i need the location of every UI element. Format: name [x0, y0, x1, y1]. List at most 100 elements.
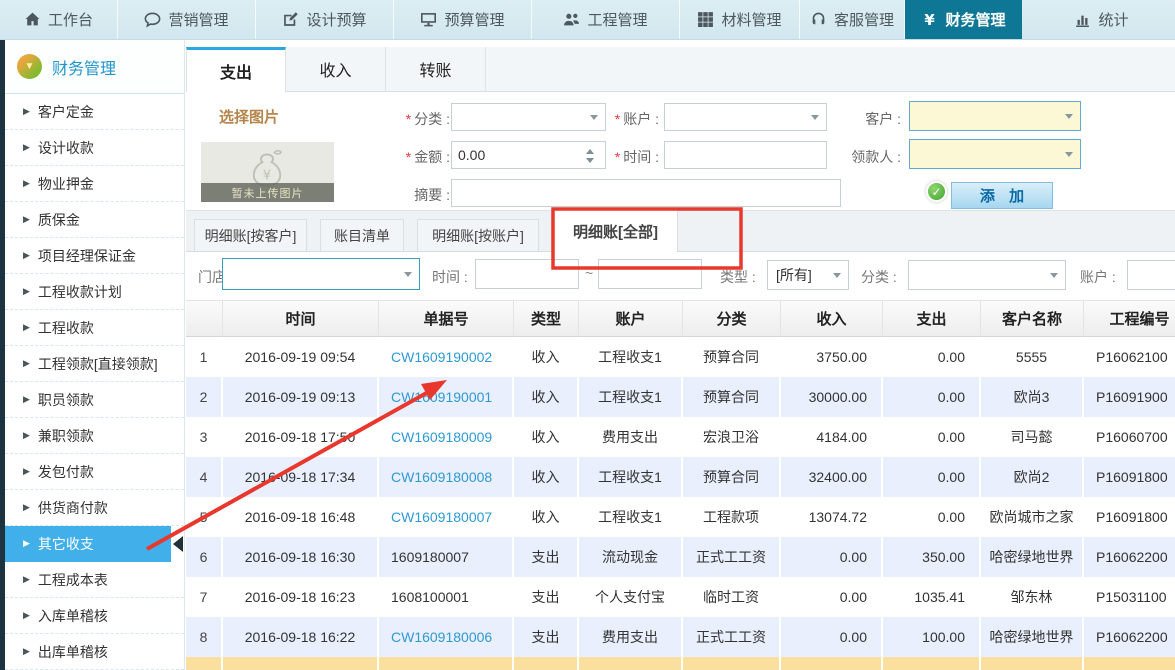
sidebar-item[interactable]: ▶出库单稽核 — [5, 634, 184, 670]
doc-number-link[interactable]: CW1609180009 — [391, 429, 492, 445]
entry-tab[interactable]: 收入 — [286, 47, 386, 91]
table-cell: 13074.72 — [781, 497, 883, 537]
table-row[interactable]: 12016-09-19 09:54CW1609190002收入工程收支1预算合同… — [186, 337, 1175, 377]
nav-item-1[interactable]: 工作台 — [0, 0, 118, 39]
nav-item-9[interactable]: 统计 — [1022, 0, 1175, 39]
table-row[interactable]: 62016-09-18 16:301609180007支出流动现金正式工工资0.… — [186, 537, 1175, 577]
sidebar-item[interactable]: ▶其它收支 — [5, 526, 171, 562]
nav-item-7[interactable]: 客服管理 — [800, 0, 905, 39]
entry-tab[interactable]: 支出 — [186, 47, 286, 92]
add-button[interactable]: 添 加 — [951, 182, 1053, 209]
entry-tab[interactable]: 转账 — [386, 47, 486, 91]
table-cell: 2016-09-19 09:54 — [223, 337, 379, 377]
sidebar-item-label: 出库单稽核 — [38, 642, 108, 662]
sidebar-item[interactable]: ▶供货商付款 — [5, 490, 184, 526]
account-select[interactable] — [664, 103, 827, 131]
table-cell: 支出 — [514, 577, 579, 617]
sidebar-item[interactable]: ▶入库单稽核 — [5, 598, 184, 634]
doc-number-link[interactable]: CW1609190001 — [391, 389, 492, 405]
type-filter-label: 类型 : — [720, 267, 756, 287]
time-input[interactable] — [664, 141, 827, 169]
sidebar-item[interactable]: ▶发包付款 — [5, 454, 184, 490]
table-cell: 个人支付宝 — [579, 577, 683, 617]
sidebar-item[interactable]: ▶客户定金 — [5, 94, 184, 130]
ledger-tab[interactable]: 账目清单 — [320, 219, 404, 251]
nav-item-4[interactable]: 预算管理 — [394, 0, 532, 39]
nav-item-5[interactable]: 工程管理 — [532, 0, 680, 39]
table-row[interactable]: 82016-09-18 16:22CW1609180006支出费用支出正式工工资… — [186, 617, 1175, 657]
triangle-bullet-icon: ▶ — [23, 538, 30, 549]
sidebar-item[interactable]: ▶质保金 — [5, 202, 184, 238]
nav-item-label: 工作台 — [48, 9, 93, 30]
ledger-tab[interactable]: 明细账[全部] — [553, 209, 678, 252]
table-cell: 预算合同 — [683, 457, 781, 497]
customer-select[interactable] — [909, 101, 1081, 131]
doc-number-link[interactable]: CW1609190002 — [391, 349, 492, 365]
sidebar-item[interactable]: ▶工程领款[直接领款] — [5, 346, 184, 382]
table-header-cell: 时间 — [223, 300, 379, 337]
chevron-down-icon — [1050, 273, 1058, 282]
triangle-bullet-icon: ▶ — [23, 322, 30, 333]
type-filter-select[interactable]: [所有] — [767, 260, 849, 290]
sidebar-item[interactable]: ▶兼职领款 — [5, 418, 184, 454]
step-down-icon[interactable] — [586, 158, 594, 167]
table-row[interactable]: 72016-09-18 16:231608100001支出个人支付宝临时工资0.… — [186, 577, 1175, 617]
table-cell: 1608100001 — [379, 577, 514, 617]
nav-item-6[interactable]: 材料管理 — [680, 0, 800, 39]
account-filter-label: 账户 : — [1080, 267, 1116, 287]
nav-item-label: 设计预算 — [306, 9, 366, 30]
ledger-tabs: 明细账[按客户] 账目清单明细账[按账户] 明细账[全部] — [186, 210, 1175, 252]
triangle-bullet-icon: ▶ — [23, 394, 30, 405]
table-cell: 350.00 — [883, 537, 981, 577]
doc-number-link[interactable]: CW1609180008 — [391, 469, 492, 485]
time-from-input[interactable] — [475, 259, 579, 289]
sidebar-item[interactable]: ▶工程收款计划 — [5, 274, 184, 310]
table-cell — [883, 657, 981, 670]
amount-label: *金额 : — [388, 147, 450, 167]
sidebar-item[interactable]: ▶职员领款 — [5, 382, 184, 418]
nav-item-2[interactable]: 营销管理 — [118, 0, 256, 39]
account-filter-input[interactable] — [1127, 260, 1175, 290]
amount-input[interactable] — [451, 141, 606, 169]
step-up-icon[interactable] — [586, 145, 594, 154]
table-cell: 2016-09-18 16:22 — [223, 617, 379, 657]
table-row[interactable]: 52016-09-18 16:48CW1609180007收入工程收支1工程款项… — [186, 497, 1175, 537]
table-cell: 欧尚2 — [981, 457, 1084, 497]
time-to-input[interactable] — [598, 259, 702, 289]
table-row[interactable]: 32016-09-18 17:50CW1609180009收入费用支出宏浪卫浴4… — [186, 417, 1175, 457]
sidebar-item[interactable]: ▶设计收款 — [5, 130, 184, 166]
table-row[interactable]: 22016-09-19 09:13CW1609190001收入工程收支1预算合同… — [186, 377, 1175, 417]
highlighted-partial-row[interactable] — [186, 657, 1175, 670]
table-row[interactable]: 42016-09-18 17:34CW1609180008收入工程收支1预算合同… — [186, 457, 1175, 497]
sidebar-item[interactable]: ▶工程收款 — [5, 310, 184, 346]
sidebar-item[interactable]: ▶项目经理保证金 — [5, 238, 184, 274]
table-cell: 工程收支1 — [579, 377, 683, 417]
svg-text:¥: ¥ — [925, 11, 936, 28]
category-filter-select[interactable] — [908, 260, 1066, 290]
summary-input[interactable] — [451, 179, 841, 207]
nav-item-label: 工程管理 — [587, 9, 647, 30]
sidebar-item[interactable]: ▶工程成本表 — [5, 562, 184, 598]
category-select[interactable] — [451, 103, 606, 131]
table-header-cell: 工程编号 — [1084, 300, 1175, 337]
store-filter-select[interactable] — [222, 258, 420, 290]
ledger-tab[interactable]: 明细账[按客户] — [194, 219, 307, 251]
sidebar-item[interactable]: ▶物业押金 — [5, 166, 184, 202]
doc-number-link[interactable]: CW1609180007 — [391, 509, 492, 525]
table-cell: 8 — [186, 617, 223, 657]
triangle-bullet-icon: ▶ — [23, 214, 30, 225]
payee-select[interactable] — [909, 139, 1081, 169]
table-cell: CW1609180006 — [379, 617, 514, 657]
ledger-tab[interactable]: 明细账[按账户] — [417, 219, 539, 251]
monitor-icon — [420, 11, 437, 28]
nav-item-8[interactable]: ¥财务管理 — [905, 0, 1022, 39]
collapse-module-icon[interactable]: ▼ — [17, 54, 42, 79]
range-separator: ~ — [585, 265, 593, 281]
doc-number-link[interactable]: CW1609180006 — [391, 629, 492, 645]
table-cell: 0.00 — [883, 497, 981, 537]
image-picker-label[interactable]: 选择图片 — [219, 106, 279, 127]
image-upload-box[interactable]: ¥ 暂未上传图片 — [201, 142, 334, 202]
triangle-bullet-icon: ▶ — [23, 502, 30, 513]
table-cell: 7 — [186, 577, 223, 617]
nav-item-3[interactable]: 设计预算 — [256, 0, 394, 39]
